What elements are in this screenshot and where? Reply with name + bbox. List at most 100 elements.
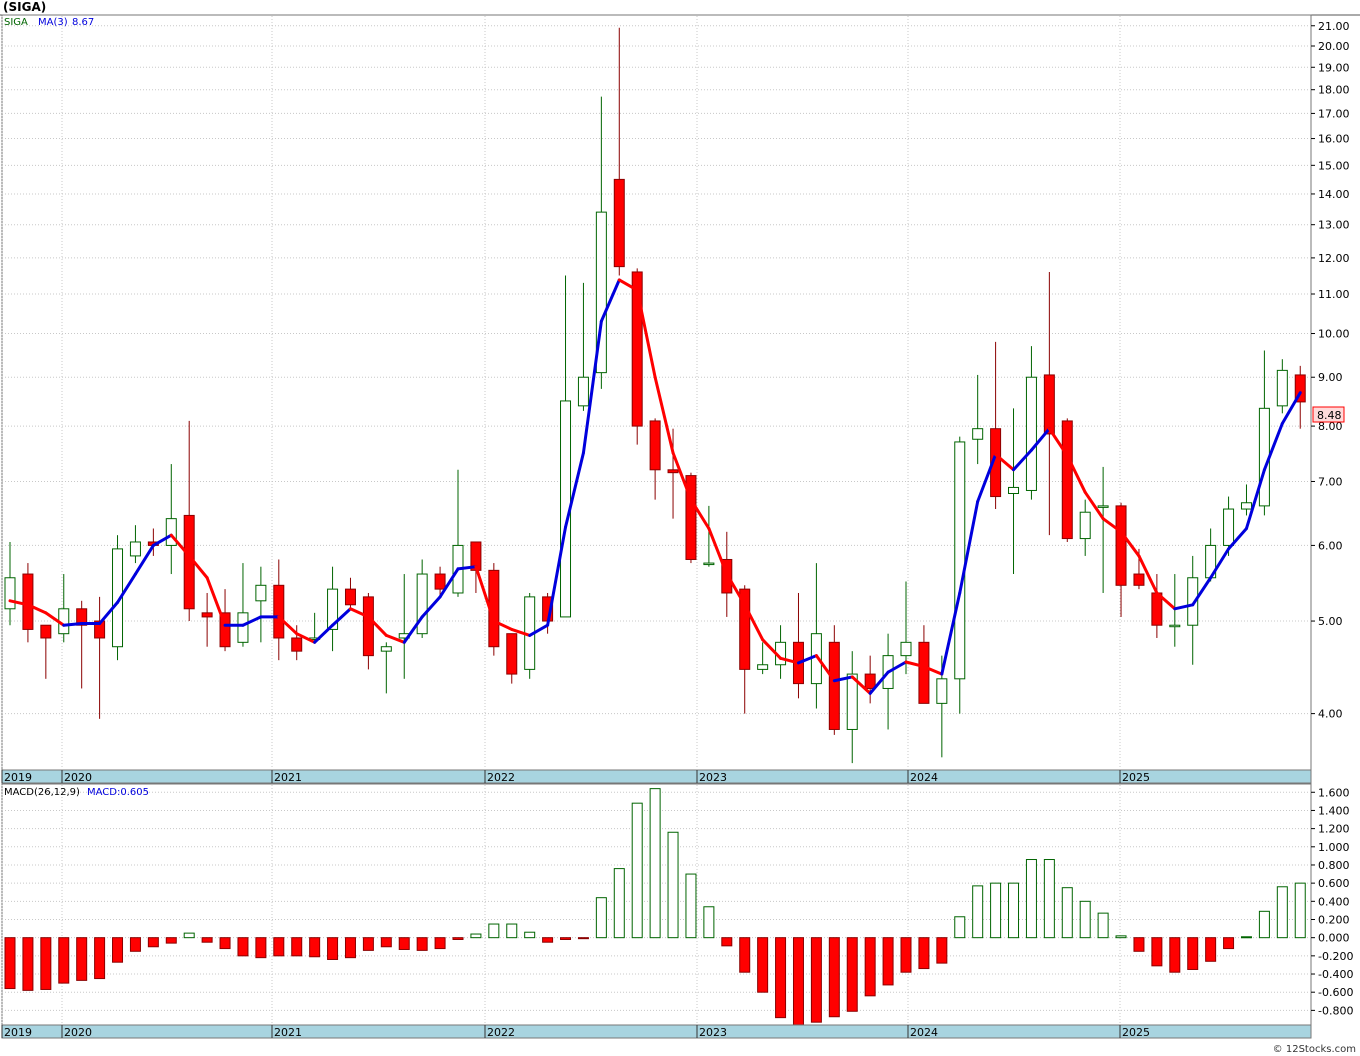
candle-body-up — [1097, 505, 1109, 508]
macd-bar-negative — [1169, 937, 1181, 973]
macd-bar-negative — [775, 937, 787, 1019]
macd-bar-negative — [327, 937, 339, 960]
macd-bar-negative — [757, 937, 769, 993]
macd-date-band — [1, 1024, 1312, 1039]
macd-bar-positive — [1079, 900, 1091, 939]
macd-bar-negative — [918, 937, 930, 970]
price-tick-label: 16.00 — [1318, 133, 1350, 146]
macd-tick-label: -0.200 — [1318, 950, 1353, 963]
macd-bar-negative — [58, 937, 70, 984]
macd-bar-positive — [1258, 910, 1270, 939]
stock-chart: (SIGA) 4.005.006.007.008.009.0010.0011.0… — [0, 0, 1360, 1055]
macd-bar-negative — [1223, 937, 1235, 950]
year-label: 2021 — [274, 1026, 302, 1039]
candle-body-up — [1079, 511, 1091, 540]
macd-bar-negative — [416, 937, 428, 951]
macd-tick-label: -0.800 — [1318, 1004, 1353, 1017]
macd-bar-positive — [488, 923, 500, 939]
ma3-segment — [62, 622, 84, 627]
macd-bar-positive — [613, 868, 625, 939]
macd-tick-label: 1.200 — [1318, 823, 1350, 836]
price-tick-label: 5.00 — [1318, 615, 1343, 628]
price-tick-label: 9.00 — [1318, 371, 1343, 384]
macd-tick-label: 1.000 — [1318, 841, 1350, 854]
macd-bar-negative — [828, 937, 840, 1018]
price-legend-ma-label: MA(3) — [38, 17, 68, 28]
candle-body-up — [900, 641, 912, 657]
price-tick-label: 4.00 — [1318, 708, 1343, 721]
candle-body-down — [1115, 505, 1127, 586]
candle-body-down — [613, 178, 625, 268]
candle-body-down — [273, 584, 285, 639]
year-label: 2025 — [1122, 771, 1150, 784]
chart-symbol-title: (SIGA) — [3, 0, 46, 14]
macd-bar-negative — [398, 937, 410, 950]
price-tick-label: 6.00 — [1318, 539, 1343, 552]
macd-bar-negative — [792, 937, 804, 1026]
candle-body-up — [1025, 376, 1037, 491]
candle-body-up — [1240, 502, 1252, 510]
candle-body-down — [1043, 374, 1055, 435]
macd-bar-positive — [1025, 859, 1037, 939]
candle-body-down — [864, 673, 876, 689]
macd-tick-label: 0.000 — [1318, 932, 1350, 945]
macd-tick-label: 1.400 — [1318, 804, 1350, 817]
macd-bar-negative — [255, 937, 267, 959]
price-legend-symbol: SIGA — [4, 17, 28, 28]
macd-bar-positive — [1097, 912, 1109, 939]
macd-bar-negative — [22, 937, 34, 991]
candle — [1061, 418, 1073, 542]
macd-bar-positive — [183, 932, 195, 939]
macd-bar-positive — [1008, 882, 1020, 939]
candle-body-down — [649, 420, 661, 471]
macd-bar-negative — [721, 937, 733, 947]
macd-bar-negative — [309, 937, 321, 958]
price-tick-label: 17.00 — [1318, 107, 1350, 120]
macd-bar-negative — [40, 937, 52, 990]
last-price-label: 8.48 — [1317, 409, 1342, 422]
macd-bar-negative — [237, 937, 249, 957]
candle — [685, 472, 697, 564]
year-label: 2023 — [699, 1026, 727, 1039]
macd-tick-label: 0.800 — [1318, 859, 1350, 872]
macd-bar-negative — [380, 937, 392, 948]
price-tick-label: 15.00 — [1318, 159, 1350, 172]
macd-bar-negative — [344, 937, 356, 959]
macd-bar-negative — [219, 937, 231, 950]
candle-body-up — [757, 664, 769, 670]
year-label: 2025 — [1122, 1026, 1150, 1039]
candle-body-up — [1276, 369, 1288, 407]
macd-bar-positive — [703, 906, 715, 939]
macd-bar-negative — [577, 937, 589, 940]
macd-bar-positive — [1115, 935, 1127, 939]
macd-bar-negative — [452, 937, 464, 940]
watermark: © 12Stocks.com — [1273, 1044, 1356, 1055]
candle-body-up — [416, 573, 428, 635]
candle-body-down — [362, 596, 374, 657]
macd-tick-label: -0.600 — [1318, 986, 1353, 999]
year-label: 2021 — [274, 771, 302, 784]
macd-bar-negative — [76, 937, 88, 981]
candle-body-down — [506, 633, 518, 675]
year-label: 2019 — [4, 771, 32, 784]
macd-bar-negative — [4, 937, 16, 990]
macd-bar-positive — [954, 916, 966, 939]
macd-bar-negative — [362, 937, 374, 951]
macd-bar-negative — [434, 937, 446, 950]
price-tick-label: 14.00 — [1318, 188, 1350, 201]
candle-body-down — [291, 637, 303, 652]
price-tick-label: 20.00 — [1318, 40, 1350, 53]
candle-body-down — [828, 641, 840, 730]
price-tick-label: 21.00 — [1318, 20, 1350, 33]
candle-body-up — [972, 428, 984, 440]
macd-bar-negative — [1151, 937, 1163, 967]
macd-legend-value: MACD:0.605 — [87, 787, 149, 798]
candle-body-up — [846, 673, 858, 730]
candle-body-up — [380, 646, 392, 652]
macd-bar-positive — [990, 882, 1002, 939]
year-label: 2024 — [910, 771, 938, 784]
price-tick-label: 10.00 — [1318, 328, 1350, 341]
macd-tick-label: 0.400 — [1318, 895, 1350, 908]
macd-tick-label: 0.200 — [1318, 913, 1350, 926]
year-label: 2020 — [64, 771, 92, 784]
